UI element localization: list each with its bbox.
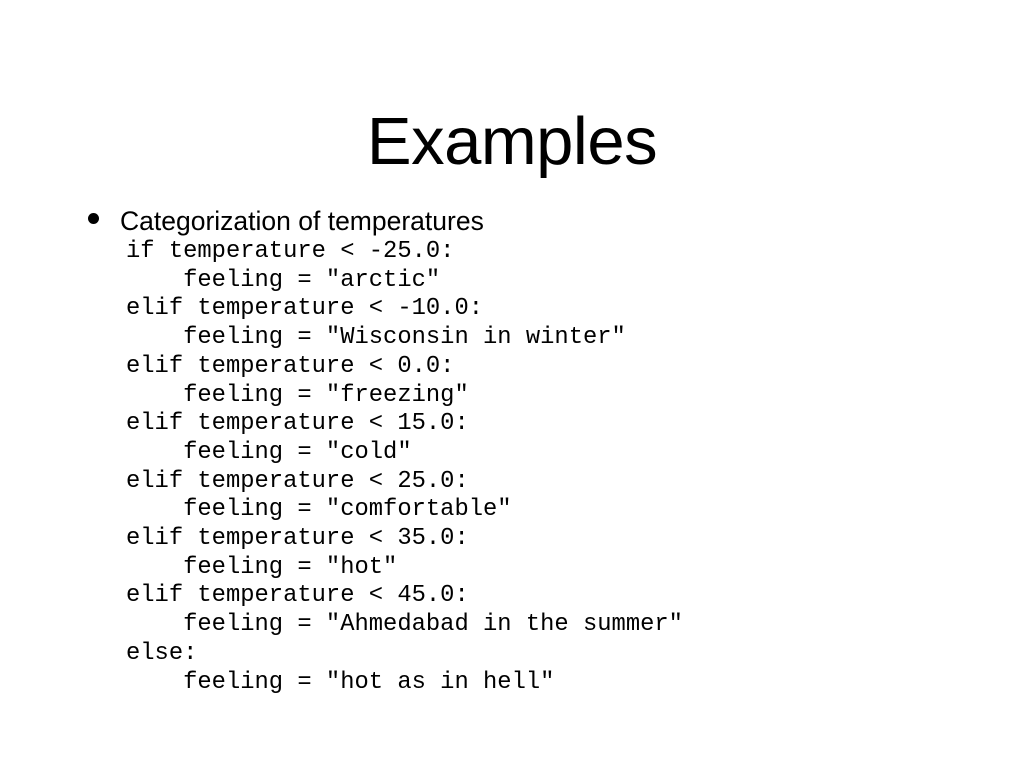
- bullet-item-label: Categorization of temperatures: [120, 206, 484, 236]
- code-line: elif temperature < -10.0:: [126, 295, 484, 323]
- code-line: if temperature < -25.0:: [126, 238, 455, 265]
- bullet-item: Categorization of temperatures: [84, 206, 984, 236]
- slide-title: Examples: [366, 103, 658, 179]
- code-line: elif temperature < 0.0:: [126, 352, 455, 380]
- code-line: feeling = "cold": [126, 438, 412, 466]
- code-line: feeling = "arctic": [126, 266, 441, 294]
- code-line: elif temperature < 35.0:: [126, 525, 469, 553]
- code-line: feeling = "comfortable": [126, 496, 512, 524]
- code-line: else:: [126, 639, 198, 667]
- code-line: feeling = "Ahmedabad in the summer": [126, 611, 683, 639]
- code-line: feeling = "freezing": [126, 381, 469, 409]
- code-block: if temperature < -25.0: feeling = "arcti…: [84, 238, 984, 697]
- slide-canvas: Examples Categorization of temperatures …: [0, 0, 1024, 768]
- slide-body: Categorization of temperatures if temper…: [84, 206, 984, 721]
- code-line: elif temperature < 25.0:: [126, 467, 469, 495]
- code-line: elif temperature < 45.0:: [126, 582, 469, 610]
- code-line: feeling = "Wisconsin in winter": [126, 324, 626, 352]
- code-line: elif temperature < 15.0:: [126, 410, 469, 438]
- code-line: feeling = "hot as in hell": [126, 668, 555, 696]
- code-line: feeling = "hot": [126, 553, 398, 581]
- bullet-dot-icon: [88, 213, 99, 224]
